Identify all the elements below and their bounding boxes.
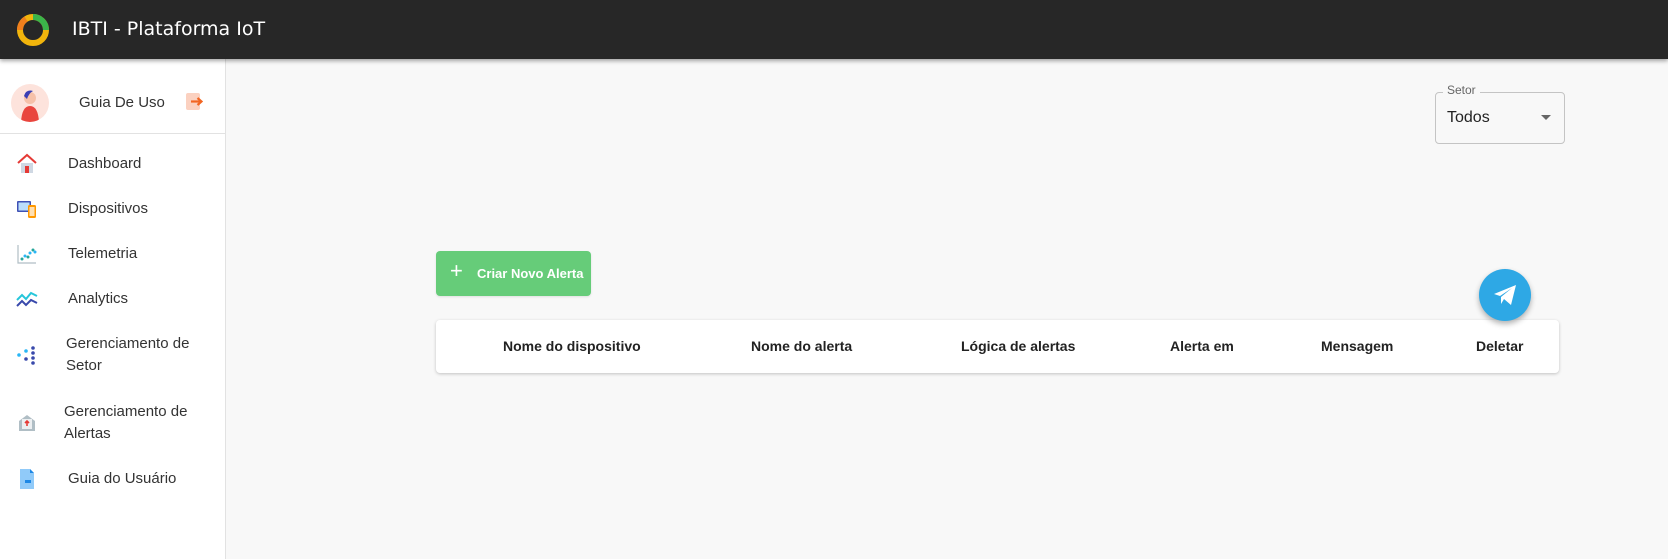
sidebar-item-gerenciamento-alertas[interactable]: Gerenciamento de Alertas	[0, 390, 225, 456]
sidebar-item-label: Gerenciamento de	[64, 403, 188, 420]
sidebar-item-label: Analytics	[68, 290, 129, 307]
user-profile-row: Guia De Uso	[0, 59, 225, 134]
home-icon	[17, 153, 37, 173]
sidebar-item-telemetria[interactable]: Telemetria	[0, 232, 225, 276]
sidebar-item-label: Dispositivos	[68, 200, 149, 217]
setor-selected-value: Todos	[1447, 109, 1490, 126]
logout-icon[interactable]	[186, 93, 203, 110]
app-title: IBTI - Plataforma IoT	[72, 18, 266, 40]
column-header[interactable]: Mensagem	[1321, 338, 1393, 354]
sidebar-item-dispositivos[interactable]: Dispositivos	[0, 187, 225, 231]
sidebar-item-dashboard[interactable]: Dashboard	[0, 142, 225, 186]
sidebar-item-label: Dashboard	[68, 155, 142, 172]
alerts-table: Nome do dispositivo Nome do alerta Lógic…	[436, 320, 1559, 373]
guide-document-icon	[20, 469, 34, 489]
user-name: Guia De Uso	[79, 94, 165, 111]
user-avatar-icon	[11, 84, 49, 122]
circular-logo-icon	[16, 14, 49, 46]
sidebar-item-label: Telemetria	[68, 245, 138, 262]
sidebar-item-guia-usuario[interactable]: Guia do Usuário	[0, 457, 225, 501]
telegram-icon	[1494, 285, 1516, 305]
create-alert-label: Criar Novo Alerta	[477, 266, 584, 281]
column-header[interactable]: Alerta em	[1170, 338, 1234, 354]
devices-icon	[17, 201, 36, 218]
top-app-bar: IBTI - Plataforma IoT	[0, 0, 1668, 59]
sidebar: Guia De Uso Dashboard Dispositivos Telem…	[0, 59, 226, 559]
sidebar-item-label-line2: Setor	[66, 357, 102, 374]
sidebar-item-gerenciamento-setor[interactable]: Gerenciamento de Setor	[0, 322, 225, 388]
telemetry-icon	[17, 245, 37, 264]
column-header[interactable]: Nome do dispositivo	[503, 338, 641, 354]
dropdown-arrow-icon	[1541, 115, 1551, 120]
column-header[interactable]: Nome do alerta	[751, 338, 852, 354]
alerts-icon	[19, 415, 35, 431]
telegram-fab-button[interactable]	[1479, 269, 1531, 321]
sidebar-item-label: Guia do Usuário	[68, 470, 177, 487]
sector-icon	[17, 346, 35, 365]
setor-label: Setor	[1443, 83, 1480, 97]
sidebar-item-label: Gerenciamento de	[66, 335, 190, 352]
analytics-icon	[16, 291, 38, 307]
column-header[interactable]: Deletar	[1476, 338, 1523, 354]
plus-icon: +	[450, 258, 463, 283]
create-alert-button[interactable]: + Criar Novo Alerta	[436, 251, 591, 296]
sidebar-item-label-line2: Alertas	[64, 425, 111, 442]
sidebar-item-analytics[interactable]: Analytics	[0, 277, 225, 321]
column-header[interactable]: Lógica de alertas	[961, 338, 1075, 354]
